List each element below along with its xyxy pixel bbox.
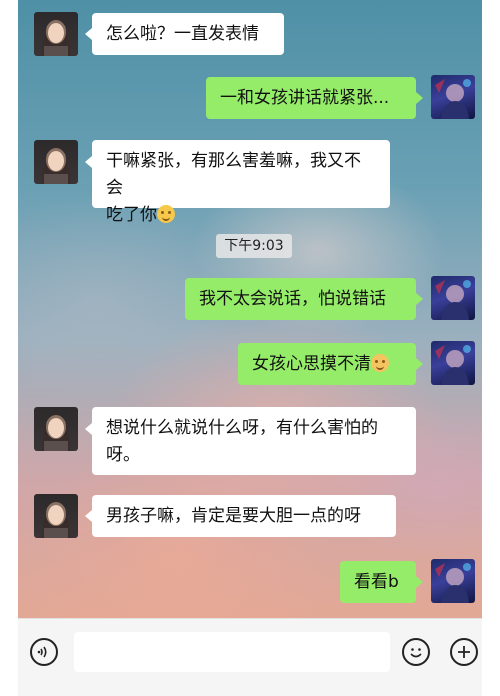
bubble-tail [85,423,92,435]
message-text-line: 想说什么就说什么呀，有什么害怕的 [106,418,378,438]
bubble-tail [416,92,423,104]
message-text: 我不太会说话，怕说错话 [199,289,386,309]
message-bubble-received[interactable]: 干嘛紧张，有那么害羞嘛，我又不会 吃了你 [92,140,390,225]
bubble-tail [416,358,423,370]
message-text-line: 干嘛紧张，有那么害羞嘛，我又不会 [106,151,361,198]
message-bubble-sent[interactable]: 我不太会说话，怕说错话 [185,278,416,320]
message-text: 一和女孩讲话就紧张... [220,88,390,108]
message-bubble-received[interactable]: 想说什么就说什么呀，有什么害怕的 呀。 [92,407,416,475]
message-bubble-sent[interactable]: 一和女孩讲话就紧张... [206,77,416,119]
worried-emoji-icon [371,354,389,372]
message-text: 怎么啦？一直发表情 [106,24,259,44]
message-text: 看看b [354,572,399,592]
bubble-tail [85,510,92,522]
contact-avatar[interactable] [34,12,78,56]
message-input[interactable] [74,632,390,672]
right-margin [482,0,500,618]
grin-sweat-emoji-icon [157,205,175,223]
message-bubble-sent[interactable]: 看看b [340,561,416,603]
contact-avatar[interactable] [34,494,78,538]
voice-icon[interactable] [30,638,58,666]
contact-avatar[interactable] [34,407,78,451]
bubble-tail [85,156,92,168]
user-avatar[interactable] [431,75,475,119]
user-avatar[interactable] [431,276,475,320]
message-bubble-received[interactable]: 男孩子嘛，肯定是要大胆一点的呀 [92,495,396,537]
input-bar [18,618,482,696]
plus-icon[interactable] [450,638,478,666]
user-avatar[interactable] [431,559,475,603]
emoji-icon[interactable] [402,638,430,666]
message-text-line: 吃了你 [106,202,376,229]
message-text: 女孩心思摸不清 [252,354,371,374]
message-bubble-sent[interactable]: 女孩心思摸不清 [238,343,416,385]
bubble-tail [85,28,92,40]
chat-screen: 怎么啦？一直发表情 一和女孩讲话就紧张... 干嘛紧张，有那么害羞嘛，我又不会 … [0,0,500,696]
time-divider: 下午9:03 [216,234,292,258]
bubble-tail [416,576,423,588]
message-text-line: 呀。 [106,445,140,465]
message-text: 男孩子嘛，肯定是要大胆一点的呀 [106,506,361,526]
contact-avatar[interactable] [34,140,78,184]
bubble-tail [416,293,423,305]
message-bubble-received[interactable]: 怎么啦？一直发表情 [92,13,284,55]
left-margin [0,0,18,618]
user-avatar[interactable] [431,341,475,385]
